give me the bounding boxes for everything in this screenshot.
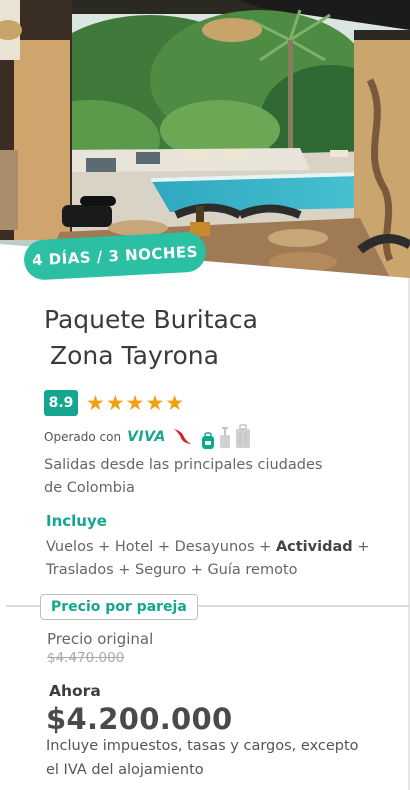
hero-image: [0, 0, 410, 278]
includes-highlight: Actividad: [275, 539, 353, 555]
original-price-label: Precio original: [47, 630, 154, 648]
package-title[interactable]: Paquete Buritaca Zona Tayrona: [44, 302, 258, 374]
backpack-icon: [201, 432, 214, 449]
airline-bird-icon: [172, 427, 192, 448]
title-line-2: Zona Tayrona: [50, 341, 219, 370]
includes-part-1: Vuelos + Hotel + Desayunos +: [46, 539, 276, 555]
carry-on-icon: [219, 427, 230, 448]
hero-photo[interactable]: [0, 0, 410, 278]
current-price-value: $4.200.000: [46, 702, 233, 736]
taxes-note: Incluye impuestos, tasas y cargos, excep…: [46, 738, 359, 778]
operated-by-row: Operado con VIVA: [44, 424, 251, 450]
current-price-label: Ahora: [49, 682, 101, 700]
checked-bag-icon: [235, 424, 250, 448]
luggage-icons: [198, 424, 251, 450]
includes-heading: Incluye: [46, 512, 107, 530]
rating-row: 8.9 ★★★★★: [44, 390, 185, 416]
star-rating: ★★★★★: [86, 391, 186, 415]
operated-label: Operado con: [44, 430, 122, 444]
title-line-1: Paquete Buritaca: [44, 305, 258, 334]
original-price-value: $4.470.000: [47, 650, 125, 666]
price-per-couple-tag: Precio por pareja: [40, 594, 198, 620]
includes-text: Vuelos + Hotel + Desayunos + Actividad +…: [46, 536, 386, 582]
departure-description: Salidas desde las principales ciudades d…: [44, 457, 323, 496]
package-card[interactable]: 4 DÍAS / 3 NOCHES Paquete Buritaca Zona …: [0, 0, 410, 790]
score-badge: 8.9: [44, 390, 78, 416]
airline-logo: VIVA: [127, 429, 166, 445]
